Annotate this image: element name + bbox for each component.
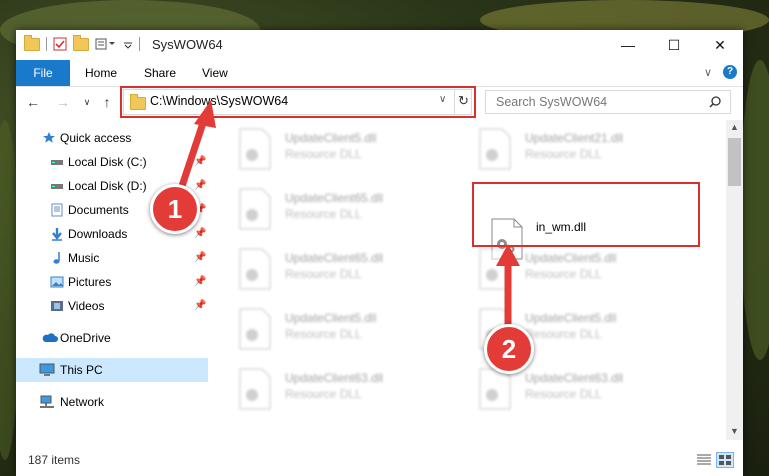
step-1-badge: 1 bbox=[150, 184, 200, 234]
arrow-2 bbox=[496, 244, 520, 334]
annotation-arrows bbox=[174, 100, 520, 334]
step-2-badge: 2 bbox=[484, 324, 534, 374]
arrow-1 bbox=[174, 100, 216, 202]
